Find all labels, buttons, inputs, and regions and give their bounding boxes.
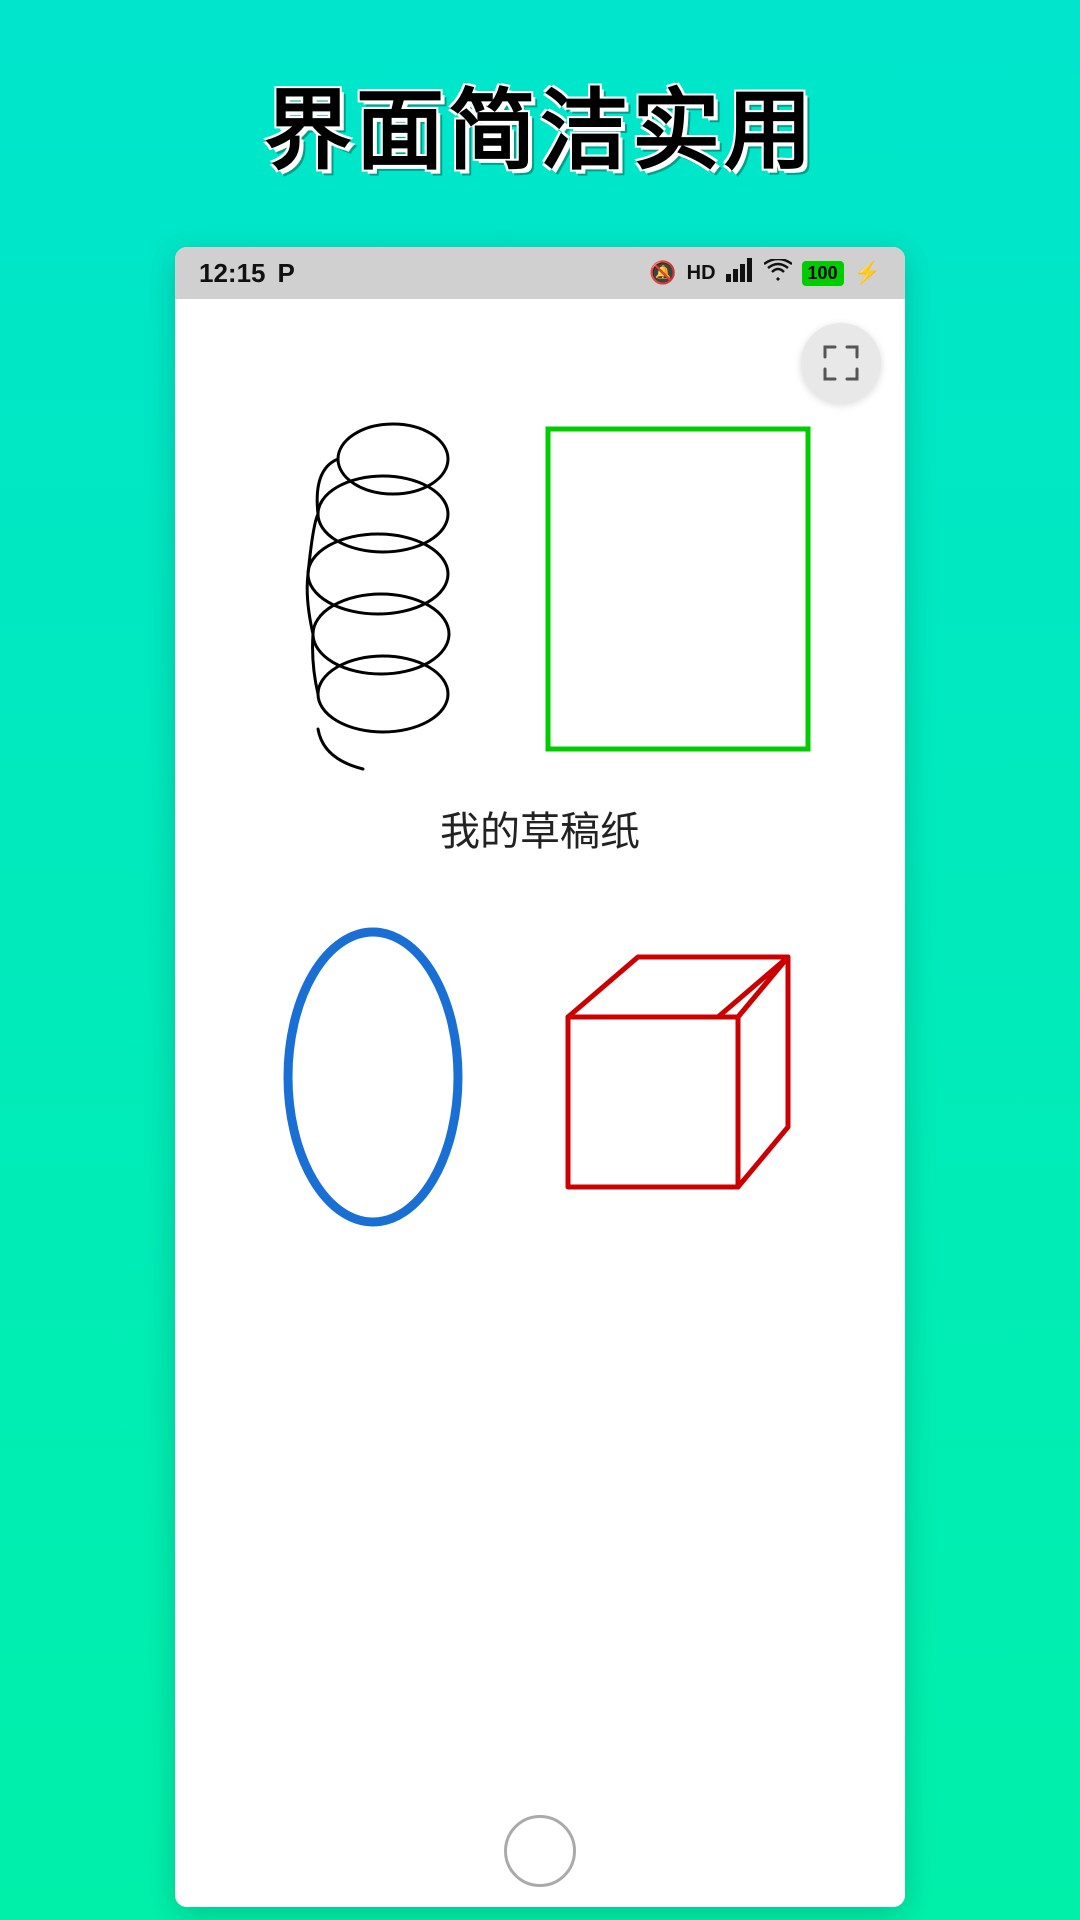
- signal-icon: [726, 258, 754, 288]
- wifi-icon: [764, 259, 792, 287]
- drawings-top-row: [175, 359, 905, 779]
- status-time: 12:15: [199, 258, 266, 289]
- drawings-bottom-row: [175, 917, 905, 1237]
- red-cube-drawing: [548, 937, 808, 1217]
- phone-frame: 12:15 P 🔕 HD: [175, 247, 905, 1907]
- drawing-label: 我的草稿纸: [440, 799, 640, 857]
- green-rectangle-drawing: [538, 419, 818, 759]
- status-bar: 12:15 P 🔕 HD: [175, 247, 905, 299]
- blue-oval-drawing: [273, 917, 473, 1237]
- bell-icon: 🔕: [649, 260, 676, 286]
- home-circle: [504, 1815, 576, 1887]
- fullscreen-button[interactable]: [801, 323, 881, 403]
- p-icon: P: [278, 258, 295, 289]
- hd-label: HD: [687, 262, 716, 285]
- battery-badge: 100: [802, 261, 844, 286]
- canvas-area: 我的草稿纸: [175, 299, 905, 1907]
- flash-icon: ⚡: [854, 260, 881, 286]
- home-indicator: [175, 1785, 905, 1907]
- spiral-drawing: [263, 399, 483, 779]
- page-title: 界面简洁实用: [264, 60, 816, 187]
